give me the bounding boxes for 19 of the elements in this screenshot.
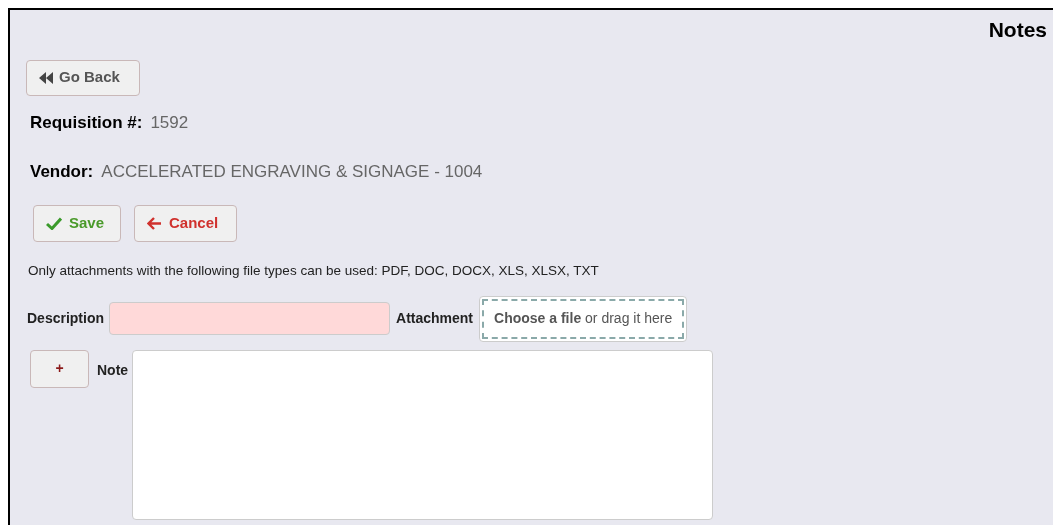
cancel-button[interactable]: Cancel bbox=[134, 204, 237, 242]
add-button[interactable]: + bbox=[30, 349, 89, 388]
description-label: Description bbox=[27, 309, 104, 328]
description-field[interactable] bbox=[109, 302, 390, 335]
arrow-left-icon bbox=[147, 216, 162, 230]
attachment-label: Attachment bbox=[396, 309, 474, 328]
rewind-icon bbox=[39, 71, 53, 84]
field-label: Vendor: bbox=[30, 161, 94, 183]
check-icon bbox=[46, 216, 62, 230]
go-back-button[interactable]: Go Back bbox=[26, 59, 140, 96]
page-title: Notes bbox=[988, 17, 1047, 43]
field-value: 1592 bbox=[150, 111, 189, 134]
field-value: ACCELERATED ENGRAVING & SIGNAGE - 1004 bbox=[101, 161, 483, 183]
field-label: Requisition #: bbox=[30, 111, 143, 134]
note-field[interactable] bbox=[132, 349, 714, 520]
file-types-note: Only attachments with the following file types can be used: PDF, DOC, DOCX, XLS, XLSX, TXT bbox=[28, 262, 599, 278]
note-label: Note bbox=[97, 360, 129, 380]
dropzone-text: Choose a file or drag it here bbox=[494, 309, 673, 328]
file-dropzone[interactable]: Choose a file or drag it here bbox=[479, 295, 688, 342]
